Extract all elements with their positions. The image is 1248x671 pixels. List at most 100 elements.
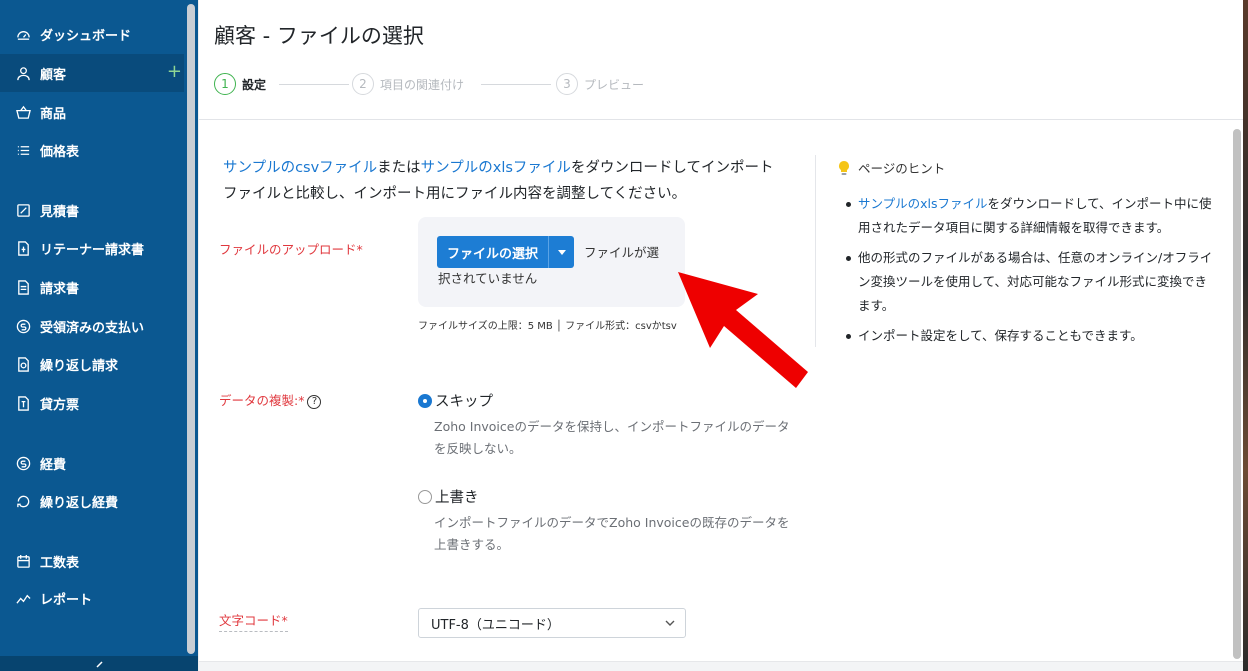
list-icon [14, 141, 32, 159]
intro-or: または [377, 160, 421, 176]
sidebar: ダッシュボード 顧客 + 商品 価格表 見積書 リテーナー請求書 請求書 受領済… [0, 0, 198, 671]
collapse-sidebar-icon[interactable] [92, 660, 106, 671]
step-label: 設定 [242, 77, 267, 92]
hint-text: 他の形式のファイルがある場合は、任意のオンライン/オフライン変換ツールを使用して… [858, 250, 1213, 313]
basket-icon [14, 103, 32, 121]
hint-item: 他の形式のファイルがある場合は、任意のオンライン/オフライン変換ツールを使用して… [846, 246, 1216, 318]
duplicates-label: データの複製:*? [219, 390, 322, 409]
encoding-select[interactable]: UTF-8（ユニコード） [418, 608, 686, 638]
sidebar-item-label: 受領済みの支払い [40, 320, 145, 336]
retainer-icon [14, 239, 32, 257]
encoding-label: 文字コード* [219, 610, 288, 632]
user-icon [14, 64, 32, 82]
sidebar-item-label: 請求書 [40, 281, 80, 297]
recurring-invoice-icon [14, 355, 32, 373]
report-icon [14, 589, 32, 607]
invoice-icon [14, 278, 32, 296]
sidebar-item-recurring-expenses[interactable]: 繰り返し経費 [0, 482, 184, 520]
sidebar-item-label: 貸方票 [40, 397, 80, 413]
radio-button[interactable] [418, 489, 432, 504]
sidebar-item-label: 工数表 [40, 555, 80, 571]
sidebar-item-timesheet[interactable]: 工数表 [0, 542, 184, 580]
expense-icon [14, 454, 32, 472]
sidebar-item-price-lists[interactable]: 価格表 [0, 131, 184, 169]
sidebar-item-payments-received[interactable]: 受領済みの支払い [0, 307, 184, 345]
sidebar-item-invoices[interactable]: 請求書 [0, 268, 184, 306]
payment-icon [14, 317, 32, 335]
sidebar-item-label: 価格表 [40, 144, 80, 160]
radio-label: 上書き [435, 490, 479, 506]
main-scrollbar[interactable] [1230, 121, 1244, 661]
radio-skip[interactable]: スキップ [418, 390, 493, 411]
radio-label: スキップ [435, 394, 493, 410]
sample-xls-link[interactable]: サンプルのxlsファイル [421, 160, 571, 176]
choose-file-label[interactable]: ファイルの選択 [437, 236, 548, 268]
credit-note-icon [14, 394, 32, 412]
timesheet-icon [14, 552, 32, 570]
sidebar-item-credit-notes[interactable]: 貸方票 [0, 384, 184, 422]
sidebar-item-label: 商品 [40, 106, 67, 122]
step-label: 項目の関連付け [380, 77, 465, 92]
sidebar-item-expenses[interactable]: 経費 [0, 444, 184, 482]
add-customer-button[interactable]: + [167, 63, 182, 81]
sidebar-item-label: 見積書 [40, 204, 80, 220]
lightbulb-icon [839, 160, 849, 175]
step-field-mapping: 2 項目の関連付け [352, 73, 464, 95]
sidebar-item-label: 顧客 [40, 67, 67, 83]
page-footer [199, 661, 1243, 671]
sample-csv-link[interactable]: サンプルのcsvファイル [223, 160, 377, 176]
sidebar-item-retainer-invoices[interactable]: リテーナー請求書 [0, 229, 184, 267]
sidebar-item-reports[interactable]: レポート [0, 579, 184, 617]
step-number: 3 [556, 73, 578, 95]
step-settings: 1 設定 [214, 73, 266, 95]
no-file-text-cont: 択されていません [438, 271, 538, 286]
step-label: プレビュー [584, 77, 645, 92]
sidebar-item-estimates[interactable]: 見積書 [0, 191, 184, 229]
sidebar-item-label: レポート [40, 592, 93, 608]
file-limits: ファイルサイズの上限：5 MB │ ファイル形式：csvかtsv [418, 321, 677, 332]
main-scroll-thumb[interactable] [1233, 129, 1241, 659]
help-icon[interactable]: ? [307, 394, 322, 409]
hint-item: インポート設定をして、保存することもできます。 [846, 324, 1216, 348]
step-preview: 3 プレビュー [556, 73, 644, 95]
annotation-arrow-icon [678, 272, 808, 388]
sidebar-item-dashboard[interactable]: ダッシュボード [0, 15, 184, 53]
step-number: 1 [214, 73, 236, 95]
recurring-expense-icon [14, 492, 32, 510]
upload-options-dropdown[interactable] [548, 236, 574, 268]
step-connector [279, 84, 349, 85]
intro-text: サンプルのcsvファイルまたはサンプルのxlsファイルをダウンロードしてインポー… [223, 155, 783, 207]
sidebar-item-label: 経費 [40, 457, 67, 473]
hint-sample-xls-link[interactable]: サンプルのxlsファイル [858, 196, 988, 211]
hints-header: ページのヒント [838, 158, 945, 177]
hints-list: サンプルのxlsファイルをダウンロードして、インポート中に使用されたデータ項目に… [846, 192, 1216, 354]
sidebar-item-items[interactable]: 商品 [0, 93, 184, 131]
sidebar-item-label: リテーナー請求書 [40, 242, 145, 258]
encoding-selected-value: UTF-8（ユニコード） [431, 617, 560, 633]
sidebar-item-label: ダッシュボード [40, 28, 132, 44]
page-header: 顧客 - ファイルの選択 1 設定 2 項目の関連付け 3 プレビュー [199, 0, 1243, 120]
estimate-icon [14, 201, 32, 219]
radio-overwrite[interactable]: 上書き [418, 486, 479, 507]
sidebar-scrollbar[interactable] [184, 0, 198, 656]
sidebar-item-label: 繰り返し経費 [40, 495, 119, 511]
chevron-down-icon [665, 620, 675, 626]
page-title: 顧客 - ファイルの選択 [214, 24, 424, 48]
upload-label: ファイルのアップロード* [219, 242, 363, 257]
radio-overwrite-description: インポートファイルのデータでZoho Invoiceの既存のデータを上書きする。 [434, 515, 790, 552]
hints-title: ページのヒント [858, 161, 946, 176]
hint-divider [815, 155, 816, 347]
no-file-text: ファイルが選 [584, 245, 660, 260]
sidebar-item-customers[interactable]: 顧客 + [0, 54, 184, 92]
step-number: 2 [352, 73, 374, 95]
dashboard-icon [14, 25, 32, 43]
sidebar-scroll-thumb[interactable] [187, 4, 195, 654]
desktop-edge [1243, 0, 1248, 671]
choose-file-button[interactable]: ファイルの選択 [437, 236, 575, 268]
radio-button-checked[interactable] [418, 393, 432, 408]
caret-down-icon [557, 249, 566, 255]
sidebar-item-recurring-invoices[interactable]: 繰り返し請求 [0, 345, 184, 383]
duplicates-label-text: データの複製:* [219, 393, 305, 408]
radio-skip-description: Zoho Invoiceのデータを保持し、インポートファイルのデータを反映しない… [434, 419, 790, 456]
sidebar-item-label: 繰り返し請求 [40, 358, 119, 374]
